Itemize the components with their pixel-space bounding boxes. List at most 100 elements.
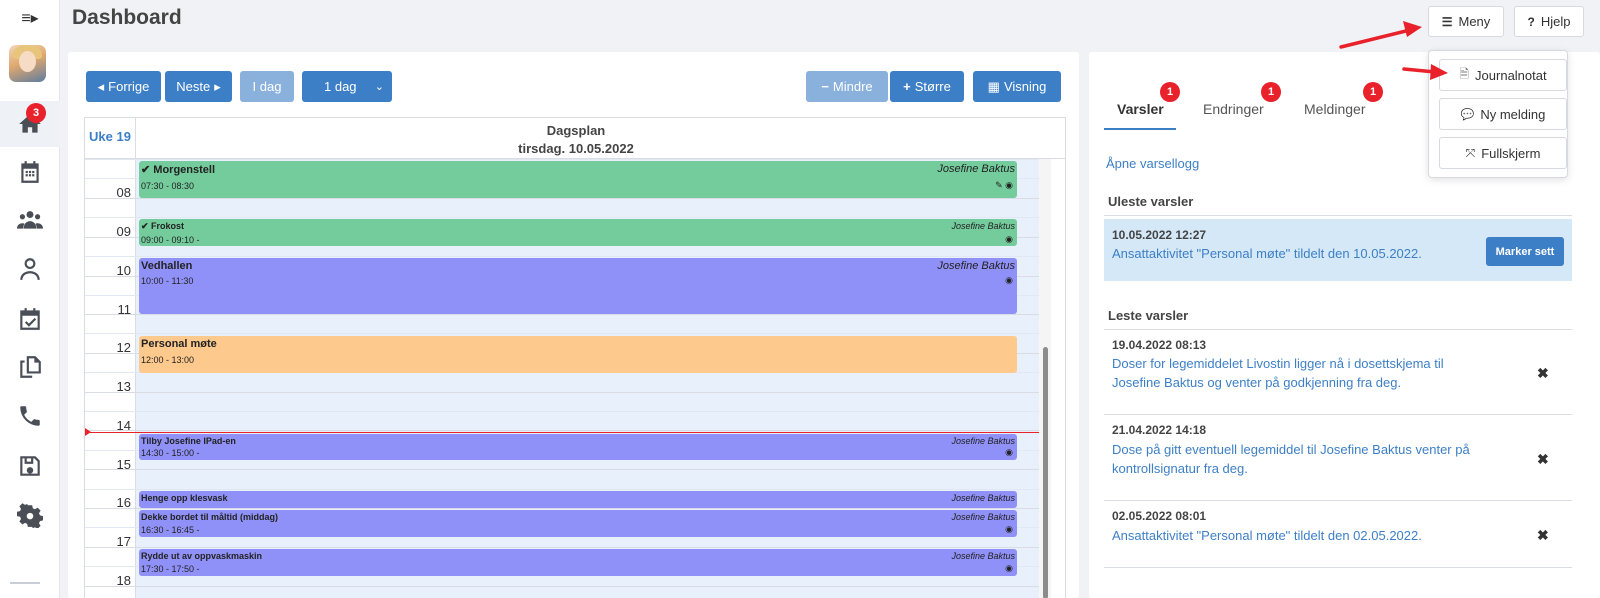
view-button[interactable]: ▦ Visning: [973, 71, 1061, 102]
tab-badge: 1: [1160, 82, 1180, 102]
event-title: Rydde ut av oppvaskmaskin: [141, 551, 263, 561]
sidebar-divider: [10, 582, 40, 584]
eye-icon[interactable]: ◉: [1005, 563, 1013, 573]
notification-date: 19.04.2022 08:13: [1112, 338, 1207, 352]
event-owner: Josefine Baktus: [937, 163, 1015, 175]
bigger-label: Større: [914, 79, 951, 94]
help-button[interactable]: ? Hjelp: [1514, 6, 1584, 37]
calendar-event[interactable]: Tilby Josefine IPad-en 14:30 - 15:00 - J…: [139, 434, 1017, 460]
today-label: I dag: [252, 79, 282, 94]
eye-icon[interactable]: ◉: [1005, 524, 1013, 534]
calendar-event[interactable]: ✔ Morgenstell 07:30 - 08:30 Josefine Bak…: [139, 161, 1017, 198]
event-owner: Josefine Baktus: [951, 551, 1015, 561]
open-log-link[interactable]: Åpne varsellogg: [1106, 156, 1199, 171]
event-owner: Josefine Baktus: [951, 221, 1015, 231]
next-button[interactable]: Neste ▸: [165, 71, 232, 102]
notification-text[interactable]: Dose på gitt eventuell legemiddel til Jo…: [1112, 440, 1492, 478]
chevron-down-icon: ⌄: [374, 81, 384, 93]
sidebar-item-documents[interactable]: [0, 344, 60, 390]
smaller-button[interactable]: − Mindre: [806, 71, 888, 102]
sidebar-item-tasks[interactable]: [0, 296, 60, 342]
calendar-icon: [21, 161, 39, 183]
week-label: Uke 19: [85, 118, 136, 159]
help-button-label: Hjelp: [1540, 14, 1571, 29]
event-owner: Josefine Baktus: [951, 493, 1015, 503]
question-icon: ?: [1527, 14, 1535, 29]
menu-item-label: Ny melding: [1480, 106, 1546, 122]
menu-item-label: Journalnotat: [1475, 67, 1547, 83]
close-icon[interactable]: ✖: [1537, 451, 1549, 468]
view-label: Visning: [1003, 79, 1047, 94]
documents-icon: [20, 356, 41, 378]
time-column: 08 09 10 11 12 13 14 15 16 17 18: [85, 159, 136, 598]
pencil-icon[interactable]: ✎: [995, 180, 1003, 190]
tab-varsler[interactable]: Varsler: [1117, 101, 1164, 117]
range-select[interactable]: 1 dag ⌄: [302, 71, 392, 102]
close-icon[interactable]: ✖: [1537, 365, 1549, 382]
avatar[interactable]: [9, 45, 46, 82]
eye-icon[interactable]: ◉: [1005, 275, 1013, 285]
notification-text[interactable]: Ansattaktivitet "Personal møte" tildelt …: [1112, 526, 1492, 545]
today-button[interactable]: I dag: [240, 71, 294, 102]
sidebar-item-save[interactable]: [0, 443, 60, 489]
menu-toggle-icon[interactable]: ≡▸: [14, 8, 46, 30]
calendar-event[interactable]: Vedhallen 10:00 - 11:30 Josefine Baktus …: [139, 258, 1017, 314]
day-date: tirsdag. 10.05.2022: [518, 141, 634, 156]
grid-line: [85, 489, 1039, 490]
unread-section-title: Uleste varsler: [1108, 194, 1194, 209]
minus-icon: −: [821, 79, 829, 94]
sidebar-item-home[interactable]: 3: [0, 101, 60, 147]
calendar-event[interactable]: Dekke bordet til måltid (middag) 16:30 -…: [139, 510, 1017, 537]
sidebar-item-settings[interactable]: [0, 492, 60, 538]
notification-text[interactable]: Doser for legemiddelet Livostin ligger n…: [1112, 354, 1492, 392]
event-owner: Josefine Baktus: [937, 260, 1015, 272]
eye-icon[interactable]: ◉: [1005, 234, 1013, 244]
current-time-line: [85, 432, 1039, 433]
sidebar-item-calendar[interactable]: [0, 149, 60, 195]
eye-icon[interactable]: ◉: [1005, 447, 1013, 457]
scrollbar-thumb[interactable]: [1043, 347, 1048, 598]
tab-badge: 1: [1363, 82, 1383, 102]
prev-button[interactable]: ◂ Forrige: [86, 71, 161, 102]
menu-item-journalnotat[interactable]: 🗎 Journalnotat: [1439, 59, 1567, 91]
row-divider: [1104, 414, 1572, 415]
event-title: Frokost: [151, 221, 185, 231]
hamburger-icon: ☰: [1441, 14, 1453, 29]
sidebar-item-users[interactable]: [0, 197, 60, 243]
grid-line: [85, 159, 1039, 160]
tab-meldinger[interactable]: Meldinger: [1304, 101, 1365, 117]
event-time: 14:30 - 15:00 -: [141, 448, 200, 458]
arrow-to-menu: [1339, 21, 1422, 49]
sidebar-item-profile[interactable]: [0, 246, 60, 292]
menu-button[interactable]: ☰ Meny: [1428, 6, 1504, 37]
calendar-grid: Uke 19 Dagsplan tirsdag. 10.05.2022 08 0…: [84, 117, 1066, 598]
calendar-event[interactable]: ✔ Frokost 09:00 - 09:10 - Josefine Baktu…: [139, 219, 1017, 246]
notification-date: 21.04.2022 14:18: [1112, 423, 1207, 437]
grid-line: [85, 430, 1039, 431]
tab-endringer[interactable]: Endringer: [1203, 101, 1264, 117]
notification-date: 02.05.2022 08:01: [1112, 509, 1207, 523]
event-title: Personal møte: [141, 338, 217, 350]
calendar-event[interactable]: Rydde ut av oppvaskmaskin 17:30 - 17:50 …: [139, 549, 1017, 576]
sidebar-item-phone[interactable]: [0, 393, 60, 439]
mark-seen-button[interactable]: Marker sett: [1486, 237, 1564, 266]
menu-item-ny-melding[interactable]: 💬 Ny melding: [1439, 98, 1567, 130]
event-time: 16:30 - 16:45 -: [141, 525, 200, 535]
bigger-button[interactable]: + Større: [890, 71, 964, 102]
caret-left-icon: ◂: [97, 78, 105, 94]
event-time: 07:30 - 08:30: [141, 181, 195, 191]
caret-right-icon: ▸: [214, 78, 221, 94]
active-tab-indicator: [1104, 128, 1176, 130]
calendar-event[interactable]: Personal møte 12:00 - 13:00: [139, 336, 1017, 373]
eye-icon[interactable]: ◉: [1005, 180, 1013, 190]
event-time: 09:00 - 09:10 -: [141, 235, 200, 245]
menu-item-fullskjerm[interactable]: ⤧ Fullskjerm: [1439, 137, 1567, 169]
notification-text[interactable]: Ansattaktivitet "Personal møte" tildelt …: [1112, 244, 1492, 263]
grid-line: [85, 586, 1039, 587]
close-icon[interactable]: ✖: [1537, 527, 1549, 544]
notification-date: 10.05.2022 12:27: [1112, 228, 1207, 242]
calendar-event[interactable]: Henge opp klesvask Josefine Baktus: [139, 491, 1017, 508]
plus-icon: +: [903, 79, 911, 94]
phone-icon: [20, 406, 40, 426]
event-owner: Josefine Baktus: [951, 436, 1015, 446]
